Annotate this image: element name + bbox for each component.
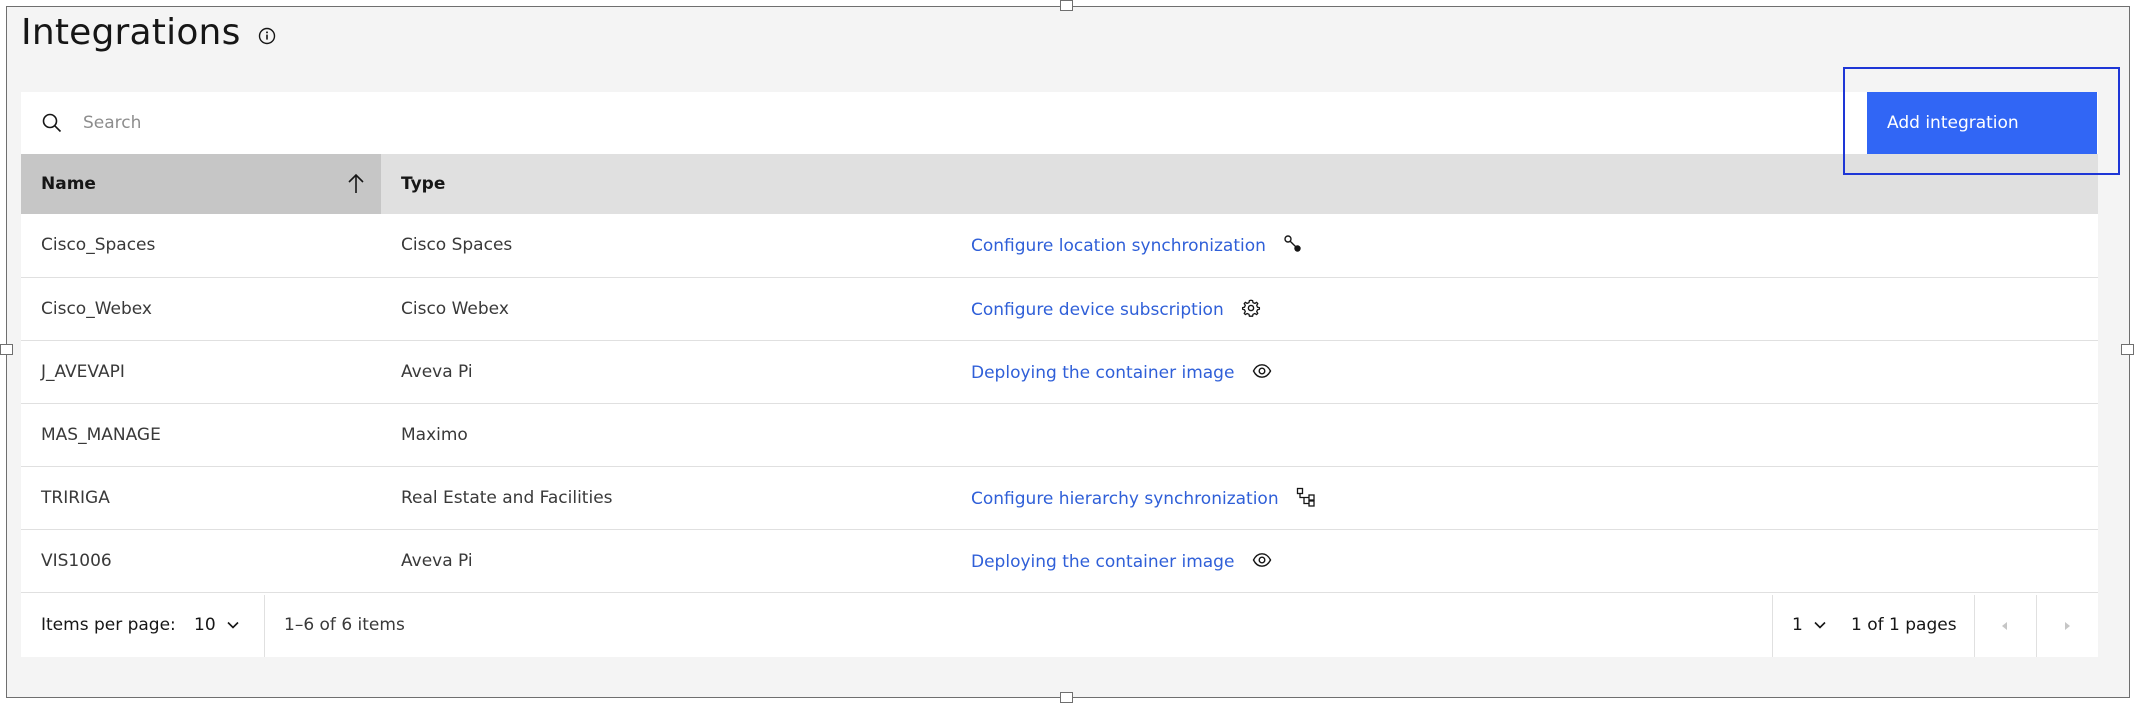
caret-right-icon (2065, 622, 2070, 630)
table-row[interactable]: J_AVEVAPI Aveva Pi Deploying the contain… (21, 340, 2098, 403)
pages-count-text: 1 of 1 pages (1851, 615, 1957, 635)
add-integration-button[interactable]: Add integration (1867, 92, 2097, 154)
cell-name: J_AVEVAPI (41, 361, 125, 382)
configure-device-subscription-link[interactable]: Configure device subscription (971, 300, 1224, 320)
chevron-down-icon (227, 621, 239, 629)
cell-action: Configure hierarchy synchronization (951, 466, 2098, 529)
cell-name: VIS1006 (41, 550, 112, 571)
cell-action: Deploying the container image (951, 529, 2098, 592)
cell-name: Cisco_Webex (41, 298, 152, 319)
cell-type: Maximo (401, 424, 468, 445)
column-header-name-label: Name (41, 174, 96, 194)
column-header-name[interactable]: Name (21, 154, 381, 214)
cell-action (951, 403, 2098, 466)
integrations-table: Name Type Cisco_Spaces Cisco Spaces Conf… (21, 154, 2098, 593)
table-row[interactable]: TRIRIGA Real Estate and Facilities Confi… (21, 466, 2098, 529)
deploy-container-image-link[interactable]: Deploying the container image (971, 552, 1234, 572)
table-row[interactable]: VIS1006 Aveva Pi Deploying the container… (21, 529, 2098, 592)
items-range-text: 1–6 of 6 items (284, 615, 405, 635)
resize-handle-bottom[interactable] (1060, 692, 1073, 703)
page-number-value: 1 (1792, 615, 1803, 635)
table-toolbar (21, 92, 2098, 154)
hierarchy-icon (1296, 487, 1315, 507)
deploy-container-image-link[interactable]: Deploying the container image (971, 363, 1234, 383)
pagination-bar: Items per page: 10 1–6 of 6 items 1 1 of… (21, 595, 2098, 657)
column-header-type[interactable]: Type (381, 154, 2098, 214)
cell-type: Cisco Webex (401, 298, 509, 319)
search-input[interactable] (83, 106, 1283, 140)
column-header-type-label: Type (401, 174, 446, 194)
cell-action: Configure location synchronization (951, 214, 2098, 277)
resize-handle-top[interactable] (1060, 0, 1073, 11)
chevron-down-icon (1814, 621, 1826, 629)
cell-type: Real Estate and Facilities (401, 487, 613, 508)
page-header: Integrations (21, 12, 277, 53)
cell-name: Cisco_Spaces (41, 235, 156, 256)
table-header-row: Name Type (21, 154, 2098, 214)
settings-icon (1242, 299, 1261, 317)
view-icon (1252, 552, 1272, 567)
cell-type: Aveva Pi (401, 550, 473, 571)
next-page-button[interactable] (2037, 595, 2097, 657)
integrations-table-container: Name Type Cisco_Spaces Cisco Spaces Conf… (21, 92, 2098, 657)
info-icon[interactable] (257, 26, 277, 46)
pagination-divider (1772, 595, 1773, 657)
configure-location-sync-link[interactable]: Configure location synchronization (971, 236, 1266, 256)
cell-type: Cisco Spaces (401, 235, 513, 256)
items-per-page-select[interactable]: 10 (194, 615, 240, 635)
resize-handle-right[interactable] (2121, 344, 2134, 355)
search-icon (42, 113, 62, 133)
location-sync-icon (1284, 235, 1301, 252)
cell-name: TRIRIGA (41, 487, 110, 508)
items-per-page-value: 10 (194, 615, 216, 635)
pagination-divider (264, 595, 265, 657)
cell-name: MAS_MANAGE (41, 424, 161, 445)
resize-handle-left[interactable] (0, 344, 13, 355)
table-row[interactable]: Cisco_Webex Cisco Webex Configure device… (21, 277, 2098, 340)
table-row[interactable]: Cisco_Spaces Cisco Spaces Configure loca… (21, 214, 2098, 277)
caret-left-icon (2002, 622, 2007, 630)
cell-type: Aveva Pi (401, 361, 473, 382)
cell-action: Deploying the container image (951, 340, 2098, 403)
items-per-page-label: Items per page: (41, 615, 176, 635)
page-number-select[interactable]: 1 (1792, 615, 1827, 635)
sort-ascending-icon[interactable] (345, 172, 367, 196)
configure-hierarchy-sync-link[interactable]: Configure hierarchy synchronization (971, 489, 1279, 509)
view-icon (1252, 363, 1272, 378)
cell-action: Configure device subscription (951, 277, 2098, 340)
previous-page-button[interactable] (1975, 595, 2035, 657)
page-title: Integrations (21, 12, 241, 53)
table-row[interactable]: MAS_MANAGE Maximo (21, 403, 2098, 466)
